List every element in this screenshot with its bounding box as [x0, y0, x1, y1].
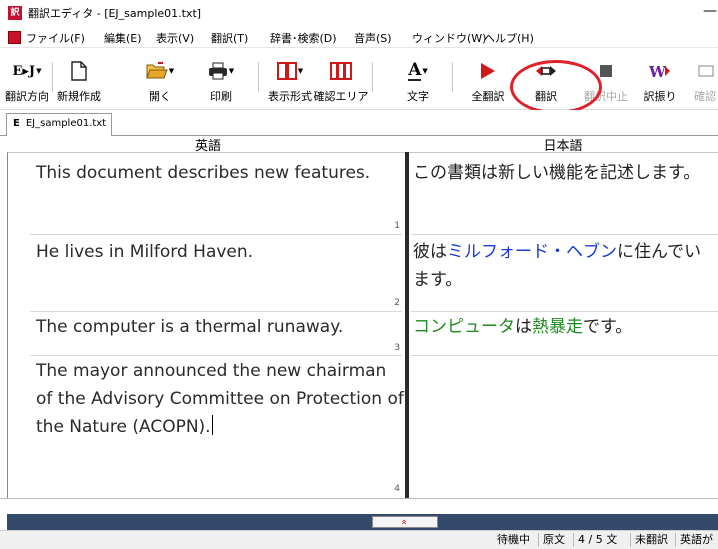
confirm-area-button[interactable]: 確認エリア [314, 54, 369, 110]
app-icon: 訳 [8, 6, 22, 20]
row-number-3: 3 [394, 343, 400, 353]
chevron-up-icon: » [399, 518, 410, 526]
svg-text:W: W [649, 63, 667, 80]
assign-translation-button[interactable]: W 訳振り [640, 54, 680, 110]
new-document-icon [58, 58, 100, 84]
menu-edit[interactable]: 編集(E) [104, 30, 142, 46]
source-sentence-2[interactable]: He lives in Milford Haven. [36, 238, 401, 266]
row-number-1: 1 [394, 221, 400, 231]
document-tab[interactable]: E EJ_sample01.txt [6, 113, 112, 136]
status-state: 待機中 [497, 533, 530, 546]
new-document-button[interactable]: 新規作成 [57, 54, 101, 110]
font-icon: A ▼ [408, 60, 428, 81]
translate-all-button[interactable]: 全翻訳 [468, 54, 508, 110]
printer-icon: ▼ [200, 58, 242, 84]
confirm-area-bar [7, 514, 718, 530]
play-icon [468, 58, 508, 84]
highlight-circle [510, 60, 602, 114]
assign-translation-label: 訳振り [643, 90, 677, 103]
document-tab-label: EJ_sample01.txt [25, 118, 107, 129]
status-translation-state: 未翻訳 [630, 533, 672, 547]
row-separator [30, 311, 402, 312]
menu-window[interactable]: ウィンドウ(W) [412, 30, 486, 46]
confirm-area-label: 確認エリア [313, 90, 369, 103]
display-format-label: 表示形式 [268, 90, 312, 103]
menu-voice[interactable]: 音声(S) [354, 30, 392, 46]
window-title: 翻訳エディタ - [EJ_sample01.txt] [28, 7, 202, 20]
print-label: 印刷 [210, 90, 232, 103]
target-text: 彼は [413, 242, 447, 262]
translation-direction-icon: E▸J ▼ [12, 63, 42, 79]
pane-divider[interactable] [405, 152, 409, 498]
menu-translate[interactable]: 翻訳(T) [211, 30, 248, 46]
status-language: 英語が [675, 533, 717, 547]
row-separator [411, 355, 718, 356]
menu-dictionary-search[interactable]: 辞書･検索(D) [270, 30, 337, 46]
text-style-button[interactable]: A ▼ 文字 [398, 54, 438, 110]
target-sentence-1[interactable]: この書類は新しい機能を記述します。 [413, 159, 718, 187]
status-sentence-count: 4 / 5 文 [573, 533, 621, 547]
target-sentence-2[interactable]: 彼はミルフォード・ヘブンに住んでいます。 [413, 238, 718, 294]
display-format-icon: ▼ [266, 58, 314, 84]
row-number-4: 4 [394, 484, 400, 494]
new-document-label: 新規作成 [57, 90, 101, 103]
assign-translation-icon: W [640, 58, 680, 84]
source-sentence-1[interactable]: This document describes new features. [36, 159, 401, 187]
menu-view[interactable]: 表示(V) [156, 30, 194, 46]
translate-all-label: 全翻訳 [471, 90, 505, 103]
confirm-area-icon [318, 58, 364, 84]
row-separator [411, 311, 718, 312]
menu-help[interactable]: ヘルプ(H) [484, 30, 534, 46]
splitter-handle[interactable]: » [372, 516, 438, 528]
folder-open-icon: ▼ [140, 58, 180, 84]
row-separator [30, 355, 402, 356]
row-number-2: 2 [394, 298, 400, 308]
status-view: 原文 [538, 533, 569, 547]
toolbar-separator [258, 62, 259, 92]
translated-term: ミルフォード・ヘブン [447, 242, 617, 262]
source-sentence-4[interactable]: The mayor announced the new chairman of … [36, 357, 404, 441]
text-style-label: 文字 [407, 90, 429, 103]
menu-file[interactable]: ファイル(F) [26, 30, 85, 46]
source-text: The mayor announced the new chairman of … [36, 361, 404, 437]
source-column-header: 英語 [194, 139, 221, 154]
toolbar-separator [372, 62, 373, 92]
target-text: は [515, 317, 532, 337]
confirm-icon [694, 58, 718, 84]
minimize-button[interactable]: — [702, 0, 718, 26]
confirm-button[interactable]: 確認 [694, 54, 718, 110]
translation-direction-label: 翻訳方向 [5, 90, 49, 103]
confirm-area-gap [0, 498, 718, 514]
translation-direction-button[interactable]: E▸J ▼ 翻訳方向 [5, 54, 49, 110]
row-separator [411, 234, 718, 235]
translated-term: 熱暴走 [532, 317, 583, 337]
document-tab-icon: E [13, 118, 20, 129]
document-icon[interactable] [8, 31, 21, 44]
open-label: 開く [149, 90, 171, 103]
target-text: です。 [583, 317, 633, 337]
open-button[interactable]: ▼ 開く [140, 54, 180, 110]
source-sentence-3[interactable]: The computer is a thermal runaway. [36, 313, 401, 341]
target-column-header: 日本語 [543, 139, 583, 154]
print-button[interactable]: ▼ 印刷 [200, 54, 242, 110]
row-separator [30, 234, 402, 235]
text-caret [211, 415, 213, 435]
toolbar-separator [452, 62, 453, 92]
confirm-label: 確認 [694, 90, 716, 103]
target-sentence-3[interactable]: コンピュータは熱暴走です。 [413, 313, 718, 341]
display-format-button[interactable]: ▼ 表示形式 [266, 54, 314, 110]
translated-term: コンピュータ [413, 317, 515, 337]
